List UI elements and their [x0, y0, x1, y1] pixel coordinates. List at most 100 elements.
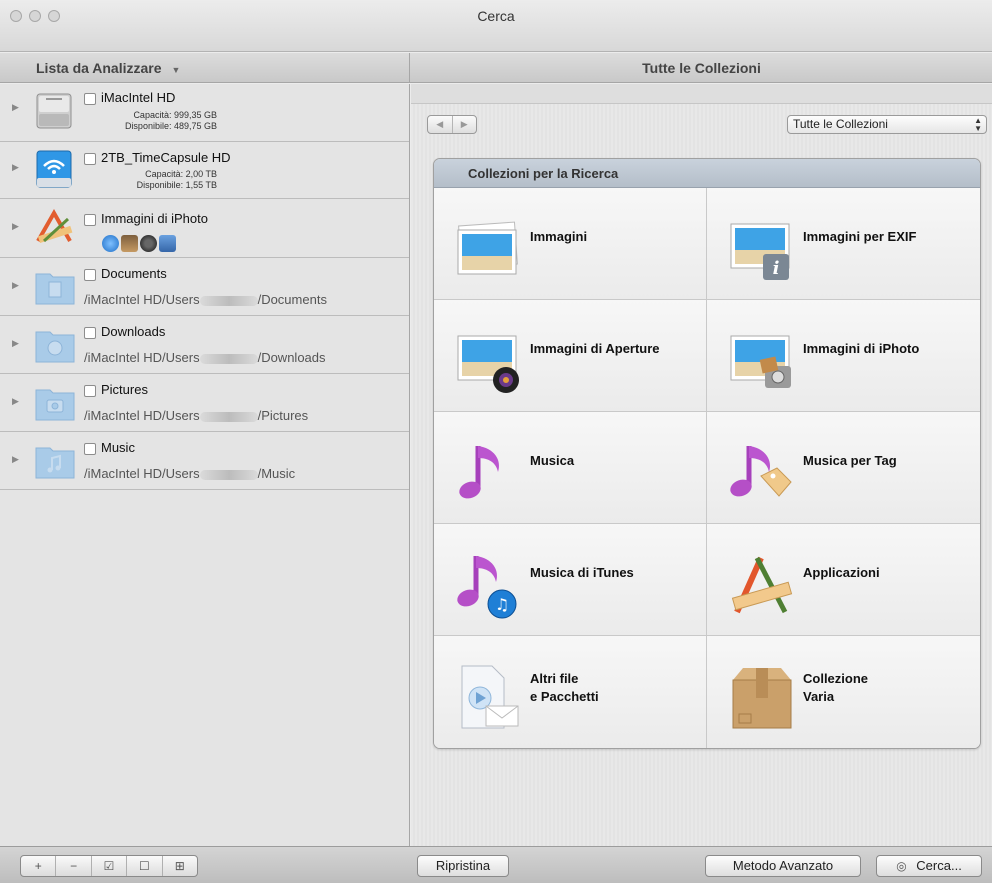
- search-icon: ◎: [896, 859, 907, 873]
- folders-button[interactable]: ⊞: [163, 856, 197, 876]
- collection-immagini-aperture[interactable]: Immagini di Aperture: [434, 300, 707, 412]
- updown-arrows-icon: ▲ ▼: [974, 116, 982, 133]
- disclosure-triangle-icon[interactable]: ▶: [12, 102, 19, 113]
- source-path: /iMacIntel HD/Users/Music: [84, 466, 296, 481]
- source-path: /iMacIntel HD/Users/Documents: [84, 292, 327, 307]
- collections-panel: ◀ ▶ Tutte le Collezioni ▲ ▼ Collezioni pe…: [411, 84, 992, 846]
- disclosure-triangle-icon[interactable]: ▶: [12, 338, 19, 349]
- applications-icon: [731, 556, 793, 614]
- collection-musica-itunes[interactable]: ♫ Musica di iTunes: [434, 524, 707, 636]
- source-list: ▶ iMacIntel HD Capacità: 999,35 GB Dispo…: [0, 84, 410, 846]
- source-item-pictures[interactable]: ▶ Pictures /iMacIntel HD/Users/Pictures: [0, 374, 409, 432]
- source-name: iMacIntel HD: [101, 90, 176, 105]
- box-icon: [732, 668, 792, 729]
- collection-immagini-iphoto[interactable]: Immagini di iPhoto: [707, 300, 980, 412]
- collection-varia[interactable]: Collezione Varia: [707, 636, 980, 748]
- disclosure-triangle-icon[interactable]: ▶: [12, 221, 19, 232]
- source-checkbox[interactable]: [84, 326, 96, 339]
- forward-button[interactable]: ▶: [453, 116, 477, 133]
- source-name: Documents: [101, 266, 167, 281]
- collection-label: Immagini di iPhoto: [803, 341, 920, 356]
- source-list-title: Lista da Analizzare: [36, 60, 162, 76]
- library-icons: [102, 235, 176, 252]
- reset-button[interactable]: Ripristina: [417, 855, 509, 877]
- redacted-username: [199, 411, 258, 422]
- collections-toolbar: [411, 84, 992, 104]
- collection-immagini[interactable]: Immagini: [434, 188, 707, 300]
- uncheck-all-button[interactable]: ☐: [127, 856, 163, 876]
- collection-selector-value: Tutte le Collezioni: [793, 117, 888, 131]
- redacted-username: [199, 353, 258, 364]
- disclosure-triangle-icon[interactable]: ▶: [12, 454, 19, 465]
- source-item-imacintel-hd[interactable]: ▶ iMacIntel HD Capacità: 999,35 GB Dispo…: [0, 84, 409, 142]
- bottom-toolbar: + − ☑ ☐ ⊞ Ripristina Metodo Avanzato ◎ C…: [0, 846, 992, 883]
- source-item-timecapsule[interactable]: ▶ 2TB_TimeCapsule HD Capacità: 2,00 TB D…: [0, 142, 409, 199]
- advanced-method-button[interactable]: Metodo Avanzato: [705, 855, 861, 877]
- collection-altri-file[interactable]: Altri file e Pacchetti: [434, 636, 707, 748]
- disclosure-triangle-icon[interactable]: ▶: [12, 162, 19, 173]
- collections-box: Collezioni per la Ricerca Immagini i Imm…: [433, 158, 981, 749]
- applications-icon: [36, 208, 73, 244]
- title-bar: Cerca: [0, 0, 992, 52]
- source-checkbox[interactable]: [84, 442, 96, 455]
- source-checkbox[interactable]: [84, 92, 96, 105]
- source-name: Immagini di iPhoto: [101, 211, 208, 226]
- itunes-icon: [102, 235, 119, 252]
- source-path: /iMacIntel HD/Users/Downloads: [84, 350, 326, 365]
- redacted-username: [199, 469, 258, 480]
- disclosure-triangle-icon[interactable]: ▶: [12, 396, 19, 407]
- search-button[interactable]: ◎ Cerca...: [876, 855, 982, 877]
- check-all-button[interactable]: ☑: [92, 856, 128, 876]
- disclosure-triangle-icon[interactable]: ▶: [12, 280, 19, 291]
- panel-header: Lista da Analizzare ▼ Tutte le Collezioni: [0, 53, 992, 83]
- source-checkbox[interactable]: [84, 152, 96, 165]
- source-available: Disponibile: 1,55 TB: [136, 180, 217, 190]
- source-item-downloads[interactable]: ▶ Downloads /iMacIntel HD/Users/Download…: [0, 316, 409, 374]
- aperture-images-icon: [457, 335, 519, 393]
- collection-selector[interactable]: Tutte le Collezioni ▲ ▼: [787, 115, 987, 134]
- collection-immagini-exif[interactable]: i Immagini per EXIF: [707, 188, 980, 300]
- source-name: 2TB_TimeCapsule HD: [101, 150, 231, 165]
- music-tag-icon: [730, 446, 792, 497]
- source-name: Downloads: [101, 324, 166, 339]
- iphoto-images-icon: [730, 335, 791, 388]
- source-item-documents[interactable]: ▶ Documents /iMacIntel HD/Users/Document…: [0, 258, 409, 316]
- pictures-folder-icon: [35, 389, 75, 421]
- collection-musica[interactable]: Musica: [434, 412, 707, 524]
- music-note-icon: [459, 446, 500, 499]
- source-capacity: Capacità: 999,35 GB: [133, 110, 217, 120]
- collection-label: Immagini per EXIF: [803, 229, 917, 244]
- window-title: Cerca: [477, 8, 515, 24]
- collection-label: Musica per Tag: [803, 453, 897, 468]
- iphoto-icon: [121, 235, 138, 252]
- collections-header-title: Tutte le Collezioni: [642, 60, 761, 76]
- collection-label: Applicazioni: [803, 565, 880, 580]
- source-checkbox[interactable]: [84, 384, 96, 397]
- source-checkbox[interactable]: [84, 268, 96, 281]
- documents-folder-icon: [35, 273, 75, 305]
- dropdown-arrow-icon: ▼: [171, 65, 181, 75]
- source-item-immagini-iphoto[interactable]: ▶ Immagini di iPhoto: [0, 199, 409, 258]
- add-source-button[interactable]: +: [21, 856, 57, 876]
- preview-icon: [159, 235, 176, 252]
- source-checkbox[interactable]: [84, 213, 96, 226]
- collections-box-title: Collezioni per la Ricerca: [434, 159, 980, 188]
- collections-grid: Immagini i Immagini per EXIF Immagini di…: [434, 188, 980, 748]
- collection-applicazioni[interactable]: Applicazioni: [707, 524, 980, 636]
- back-forward-control: ◀ ▶: [427, 115, 477, 134]
- collection-musica-tag[interactable]: Musica per Tag: [707, 412, 980, 524]
- remove-source-button[interactable]: −: [56, 856, 92, 876]
- search-button-label: Cerca...: [916, 858, 962, 873]
- aperture-icon: [140, 235, 157, 252]
- source-name: Music: [101, 440, 135, 455]
- source-list-header[interactable]: Lista da Analizzare ▼: [0, 53, 410, 83]
- collection-label: Altri file e Pacchetti: [530, 671, 599, 704]
- source-list-controls: + − ☑ ☐ ⊞: [20, 855, 198, 877]
- hard-drive-icon: [36, 93, 72, 129]
- source-item-music[interactable]: ▶ Music /iMacIntel HD/Users/Music: [0, 432, 409, 490]
- back-button[interactable]: ◀: [428, 116, 453, 133]
- itunes-music-icon: ♫: [457, 556, 517, 619]
- music-folder-icon: [35, 447, 75, 479]
- svg-text:i: i: [773, 258, 780, 279]
- svg-text:♫: ♫: [495, 595, 509, 614]
